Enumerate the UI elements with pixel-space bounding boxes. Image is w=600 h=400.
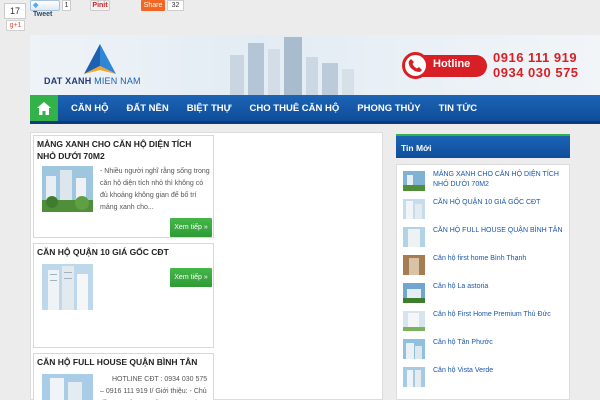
hotline-label: Hotline bbox=[433, 58, 471, 70]
list-item-link[interactable]: Căn hộ first home Bình Thạnh bbox=[433, 254, 569, 264]
list-item[interactable]: Căn hộ La astoria bbox=[403, 279, 569, 303]
nav-item-tin-tuc[interactable]: TIN TỨC bbox=[430, 103, 487, 114]
list-item-link[interactable]: Căn hộ First Home Premium Thủ Đức bbox=[433, 310, 569, 320]
post-title[interactable]: CĂN HỘ FULL HOUSE QUẬN BÌNH TÂN bbox=[34, 354, 213, 370]
list-item-thumbnail bbox=[403, 339, 425, 359]
list-item[interactable]: Căn hộ First Home Premium Thủ Đức bbox=[403, 307, 569, 331]
logo-triangle-icon bbox=[84, 44, 116, 74]
post-thumbnail[interactable] bbox=[42, 264, 93, 310]
list-item-thumbnail bbox=[403, 311, 425, 331]
hotline-number-2[interactable]: 0934 030 575 bbox=[493, 65, 579, 80]
post-title[interactable]: CĂN HỘ QUẬN 10 GIÁ GỐC CĐT bbox=[34, 244, 213, 260]
list-item[interactable]: CĂN HỘ FULL HOUSE QUẬN BÌNH TÂN bbox=[403, 223, 569, 247]
phone-icon bbox=[402, 52, 429, 79]
post-thumbnail[interactable] bbox=[42, 166, 93, 212]
list-item[interactable]: MẢNG XANH CHO CĂN HỘ DIỆN TÍCH NHỎ DƯỚI … bbox=[403, 167, 569, 191]
widget-title: Tin Mới bbox=[396, 134, 570, 158]
nav-home[interactable] bbox=[30, 95, 58, 121]
nav-item-biet-thu[interactable]: BIỆT THỰ bbox=[178, 103, 241, 114]
list-item[interactable]: Căn hộ Tân Phước bbox=[403, 335, 569, 359]
main-nav: CĂN HỘ ĐẤT NỀN BIỆT THỰ CHO THUÊ CĂN HỘ … bbox=[30, 95, 600, 121]
post-excerpt: HOTLINE CĐT : 0934 030 575 – 0916 111 91… bbox=[100, 376, 208, 395]
tweet-button[interactable]: ◆ Tweet bbox=[30, 0, 60, 18]
post-card: CĂN HỘ FULL HOUSE QUẬN BÌNH TÂN HOTLINE … bbox=[33, 353, 214, 400]
list-item-thumbnail bbox=[403, 283, 425, 303]
logo-sub-text: MIEN NAM bbox=[94, 76, 141, 86]
post-card: CĂN HỘ QUẬN 10 GIÁ GỐC CĐT Xem tiếp » bbox=[33, 243, 214, 348]
list-item-thumbnail bbox=[403, 227, 425, 247]
list-item[interactable]: CĂN HỘ QUẬN 10 GIÁ GỐC CĐT bbox=[403, 195, 569, 219]
post-list: MẢNG XANH CHO CĂN HỘ DIỆN TÍCH NHỎ DƯỚI … bbox=[30, 132, 383, 400]
logo-main-text: DAT XANH bbox=[44, 76, 92, 86]
tweet-label: Tweet bbox=[33, 11, 53, 18]
recent-posts-list: MẢNG XANH CHO CĂN HỘ DIỆN TÍCH NHỎ DƯỚI … bbox=[396, 164, 570, 400]
nav-item-phong-thuy[interactable]: PHONG THỦY bbox=[348, 103, 429, 114]
nav-item-cho-thue-can-ho[interactable]: CHO THUÊ CĂN HỘ bbox=[241, 103, 349, 114]
list-item-thumbnail bbox=[403, 199, 425, 219]
sidebar-recent-posts: Tin Mới MẢNG XANH CHO CĂN HỘ DIỆN TÍCH N… bbox=[393, 132, 570, 400]
nav-item-dat-nen[interactable]: ĐẤT NỀN bbox=[117, 103, 177, 114]
list-item-thumbnail bbox=[403, 171, 425, 191]
list-item-link[interactable]: Căn hộ Vista Verde bbox=[433, 366, 569, 376]
site-header: DAT XANH MIEN NAM Hotline 0916 111 919 0… bbox=[30, 35, 600, 95]
social-share-bar: 17 g+1 ◆ Tweet 1 Pinit Share 32 bbox=[0, 0, 600, 34]
list-item-thumbnail bbox=[403, 367, 425, 387]
facebook-like-count[interactable]: 17 bbox=[4, 3, 26, 19]
list-item[interactable]: Căn hộ Vista Verde bbox=[403, 363, 569, 387]
list-item[interactable]: Căn hộ first home Bình Thạnh bbox=[403, 251, 569, 275]
list-item-link[interactable]: Căn hộ Tân Phước bbox=[433, 338, 569, 348]
hotline-number-1[interactable]: 0916 111 919 bbox=[493, 50, 577, 65]
google-plus-button[interactable]: g+1 bbox=[6, 20, 25, 31]
list-item-link[interactable]: Căn hộ La astoria bbox=[433, 282, 569, 292]
post-card: MẢNG XANH CHO CĂN HỘ DIỆN TÍCH NHỎ DƯỚI … bbox=[33, 135, 214, 238]
tweet-count: 1 bbox=[62, 0, 71, 11]
nav-item-can-ho[interactable]: CĂN HỘ bbox=[62, 103, 117, 114]
post-excerpt: - Nhiều người nghĩ rằng sống trong căn h… bbox=[100, 168, 210, 211]
share-count: 32 bbox=[167, 0, 184, 11]
nav-divider bbox=[30, 121, 600, 124]
list-item-link[interactable]: MẢNG XANH CHO CĂN HỘ DIỆN TÍCH NHỎ DƯỚI … bbox=[433, 170, 569, 190]
share-button[interactable]: Share bbox=[141, 0, 165, 11]
list-item-thumbnail bbox=[403, 255, 425, 275]
read-more-button[interactable]: Xem tiếp » bbox=[170, 218, 212, 237]
site-logo[interactable]: DAT XANH MIEN NAM bbox=[44, 76, 141, 86]
list-item-link[interactable]: CĂN HỘ FULL HOUSE QUẬN BÌNH TÂN bbox=[433, 226, 569, 236]
twitter-bird-icon: ◆ bbox=[33, 2, 39, 9]
city-skyline-graphic bbox=[230, 37, 354, 95]
pinit-button[interactable]: Pinit bbox=[90, 0, 110, 11]
list-item-link[interactable]: CĂN HỘ QUẬN 10 GIÁ GỐC CĐT bbox=[433, 198, 569, 208]
read-more-button[interactable]: Xem tiếp » bbox=[170, 268, 212, 287]
post-title[interactable]: MẢNG XANH CHO CĂN HỘ DIỆN TÍCH NHỎ DƯỚI … bbox=[34, 136, 213, 164]
home-icon bbox=[37, 101, 51, 115]
post-thumbnail[interactable] bbox=[42, 374, 93, 400]
